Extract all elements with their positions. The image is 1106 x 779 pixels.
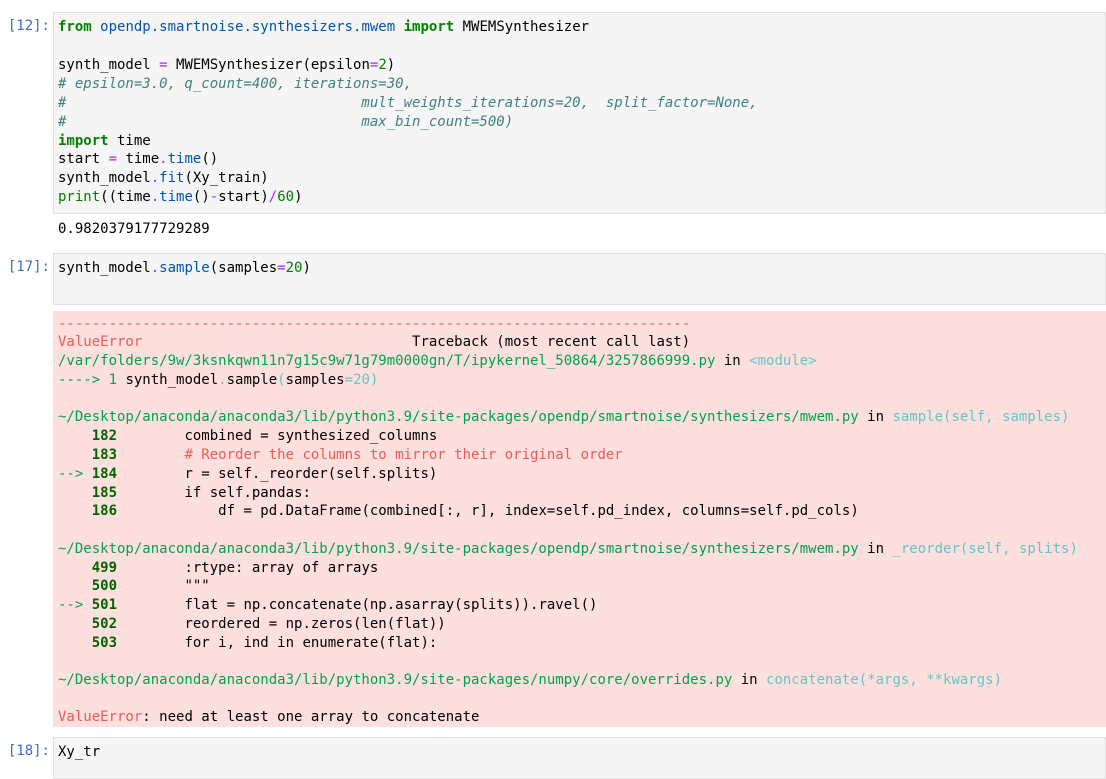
traceback-line: 186 df = pd.DataFrame(combined[:, r], in…: [91, 503, 859, 519]
traceback-line: 182 combined = synthesized_columns: [91, 428, 438, 444]
traceback-file: /var/folders/9w/3ksnkqwn11n7g15c9w71g79m…: [58, 353, 817, 369]
code-comment: # mult_weights_iterations=20, split_fact…: [58, 95, 758, 111]
traceback-line: 185 if self.pandas:: [91, 485, 311, 501]
traceback-line: --> 501 flat = np.concatenate(np.asarray…: [58, 597, 598, 613]
traceback-line: 183 # Reorder the columns to mirror thei…: [91, 447, 623, 463]
code-line: from opendp.smartnoise.synthesizers.mwem…: [58, 19, 590, 35]
traceback-line: 499 :rtype: array of arrays: [91, 560, 379, 576]
error-message: ValueError: need at least one array to c…: [58, 709, 480, 725]
traceback-line: 503 for i, ind in enumerate(flat):: [91, 635, 438, 651]
traceback-line: ----> 1 synth_model.sample(samples=20): [58, 372, 379, 388]
code-comment: # epsilon=3.0, q_count=400, iterations=3…: [58, 76, 413, 92]
code-comment: # max_bin_count=500): [58, 114, 514, 130]
code-line: Xy_tr: [58, 744, 101, 760]
traceback-line: 500 """: [91, 578, 210, 594]
code-line: synth_model.sample(samples=20): [58, 260, 311, 276]
cell-output: 0.9820379177729289: [58, 221, 210, 237]
cell-prompt: [17]:: [7, 259, 50, 275]
code-line: start = time.time(): [58, 151, 219, 167]
traceback-header: ValueError Traceback (most recent call l…: [58, 334, 691, 350]
traceback-file: ~/Desktop/anaconda/anaconda3/lib/python3…: [58, 672, 1003, 688]
code-line: synth_model = MWEMSynthesizer(epsilon=2): [58, 57, 396, 73]
code-line: synth_model.fit(Xy_train): [58, 170, 269, 186]
traceback-divider: ----------------------------------------…: [58, 316, 691, 332]
traceback-file: ~/Desktop/anaconda/anaconda3/lib/python3…: [58, 541, 1078, 557]
traceback-line: 502 reordered = np.zeros(len(flat)): [91, 616, 446, 632]
traceback-line: --> 184 r = self._reorder(self.splits): [58, 466, 438, 482]
traceback-file: ~/Desktop/anaconda/anaconda3/lib/python3…: [58, 409, 1070, 425]
code-line: print((time.time()-start)/60): [58, 189, 303, 205]
code-input[interactable]: [53, 737, 1106, 779]
cell-prompt: [12]:: [7, 18, 50, 34]
code-line: import time: [58, 133, 151, 149]
cell-prompt: [18]:: [7, 743, 50, 759]
